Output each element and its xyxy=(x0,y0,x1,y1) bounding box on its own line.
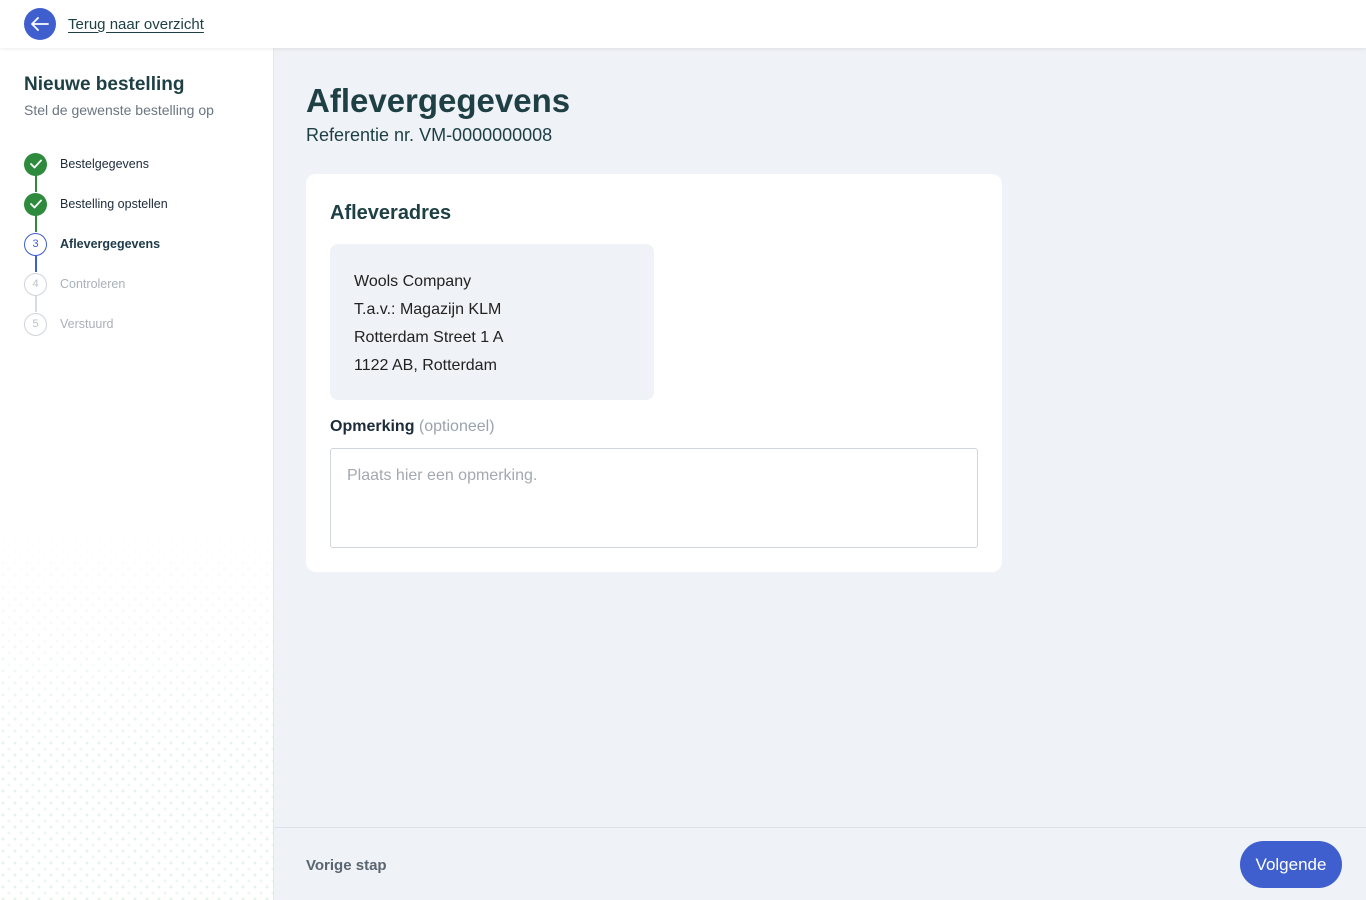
card-title: Afleveradres xyxy=(330,202,452,224)
step-number: 5 xyxy=(24,312,47,336)
step-bestelgegevens[interactable]: Bestelgegevens xyxy=(24,144,168,192)
top-bar: Terug naar overzicht xyxy=(0,0,1366,48)
decorative-pattern xyxy=(0,500,273,900)
address-street: Rotterdam Street 1 A xyxy=(354,329,504,346)
footer-bar: Vorige stap Volgende xyxy=(274,827,1366,900)
check-icon xyxy=(24,152,47,176)
step-label: Verstuurd xyxy=(60,317,114,331)
address-box: Wools Company T.a.v.: Magazijn KLM Rotte… xyxy=(330,244,654,400)
sidebar-subtitle: Stel de gewenste bestelling op xyxy=(24,102,214,118)
address-company: Wools Company xyxy=(354,273,472,290)
step-number: 3 xyxy=(24,232,47,256)
step-verstuurd: 5 Verstuurd xyxy=(24,304,168,344)
next-button[interactable]: Volgende xyxy=(1240,841,1342,888)
step-label: Bestelgegevens xyxy=(60,157,149,171)
step-number: 4 xyxy=(24,272,47,296)
arrow-left-icon xyxy=(31,17,49,31)
remark-label: Opmerking (optioneel) xyxy=(330,418,495,436)
step-connector xyxy=(35,255,37,272)
step-connector xyxy=(35,175,37,192)
check-icon xyxy=(24,192,47,216)
address-city: 1122 AB, Rotterdam xyxy=(354,357,497,374)
step-connector xyxy=(35,295,37,312)
step-aflevergegevens[interactable]: 3 Aflevergegevens xyxy=(24,224,168,272)
sidebar-title: Nieuwe bestelling xyxy=(24,74,185,95)
previous-step-button[interactable]: Vorige stap xyxy=(306,857,387,874)
sidebar: Nieuwe bestelling Stel de gewenste beste… xyxy=(0,48,274,900)
reference-number: Referentie nr. VM-0000000008 xyxy=(306,125,553,145)
main-content: Aflevergegevens Referentie nr. VM-000000… xyxy=(274,48,1366,900)
remark-textarea[interactable] xyxy=(330,448,978,548)
step-label: Controleren xyxy=(60,277,126,291)
stepper: Bestelgegevens Bestelling opstellen 3 Af… xyxy=(24,144,168,344)
back-to-overview-link[interactable]: Terug naar overzicht xyxy=(68,16,204,33)
remark-optional-hint: (optioneel) xyxy=(418,418,495,435)
page-title: Aflevergegevens xyxy=(306,82,571,119)
step-label: Bestelling opstellen xyxy=(60,197,168,211)
step-controleren: 4 Controleren xyxy=(24,264,168,312)
delivery-card: Afleveradres Wools Company T.a.v.: Magaz… xyxy=(306,174,1002,572)
back-button[interactable] xyxy=(24,8,56,40)
remark-label-text: Opmerking xyxy=(330,418,415,435)
step-connector xyxy=(35,215,37,232)
address-attention: T.a.v.: Magazijn KLM xyxy=(354,301,502,318)
step-bestelling-opstellen[interactable]: Bestelling opstellen xyxy=(24,184,168,232)
step-label: Aflevergegevens xyxy=(60,237,161,251)
